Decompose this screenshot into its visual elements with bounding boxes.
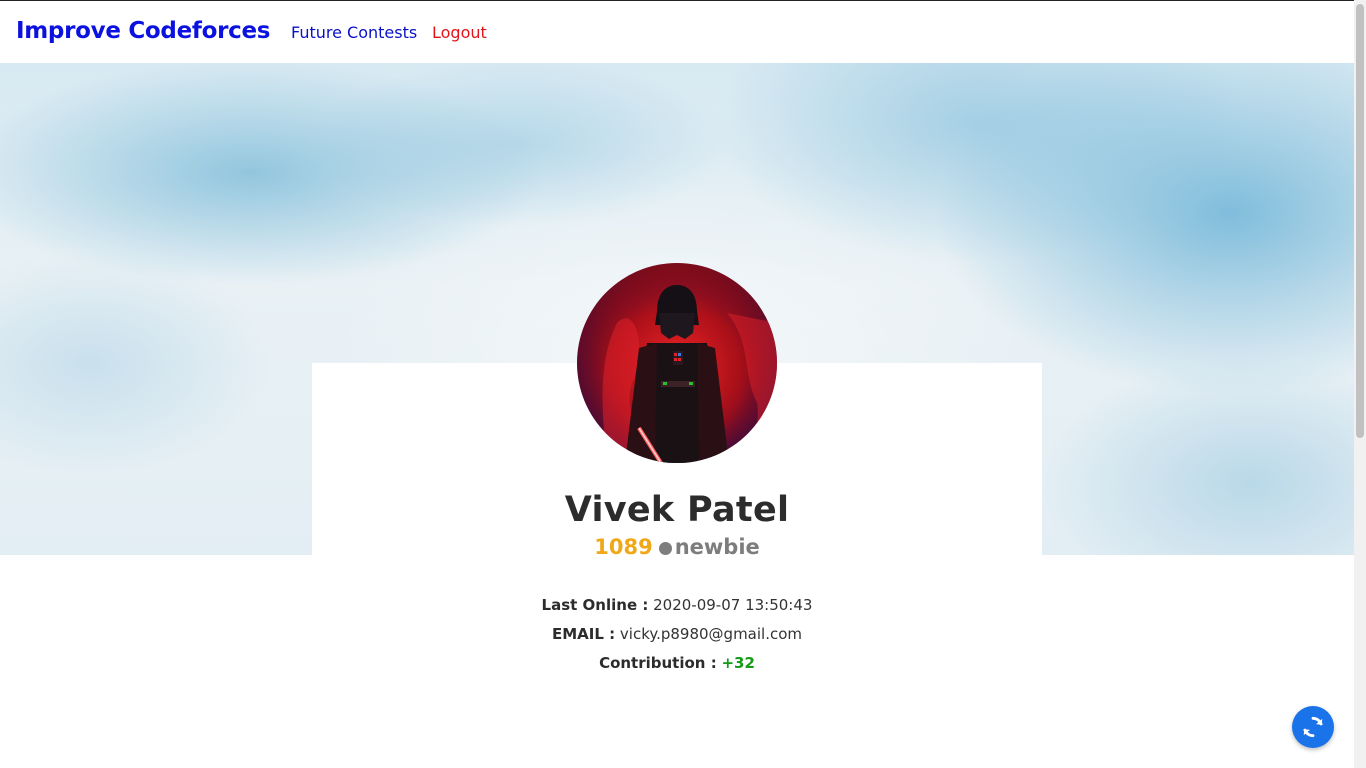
profile-avatar [577,263,777,463]
refresh-button[interactable] [1292,706,1334,748]
nav-link-future-contests[interactable]: Future Contests [291,23,417,42]
refresh-icon [1303,716,1323,738]
profile-name: Vivek Patel [564,490,790,530]
vertical-scrollbar[interactable] [1354,0,1366,768]
rank-label: newbie [674,535,760,559]
last-online-value: 2020-09-07 13:50:43 [653,596,813,614]
rank-dot-icon [658,542,672,555]
rating-value: 1089 [594,535,653,559]
darth-vader-avatar-icon [577,263,777,463]
email-row: EMAIL : vicky.p8980@gmail.com [0,625,1354,643]
contribution-label: Contribution : [599,654,717,672]
navbar: Improve Codeforces Future Contests Logou… [0,1,1354,63]
contribution-row: Contribution : +32 [0,654,1354,672]
rating-row: 1089 newbie [0,535,1354,559]
email-label: EMAIL : [551,625,616,643]
nav-link-logout[interactable]: Logout [432,23,487,42]
scrollbar-thumb[interactable] [1356,4,1364,438]
brand-logo[interactable]: Improve Codeforces [16,18,270,44]
contribution-value: +32 [721,654,755,672]
email-value: vicky.p8980@gmail.com [619,625,803,643]
last-online-row: Last Online : 2020-09-07 13:50:43 [0,596,1354,614]
last-online-label: Last Online : [541,596,649,614]
